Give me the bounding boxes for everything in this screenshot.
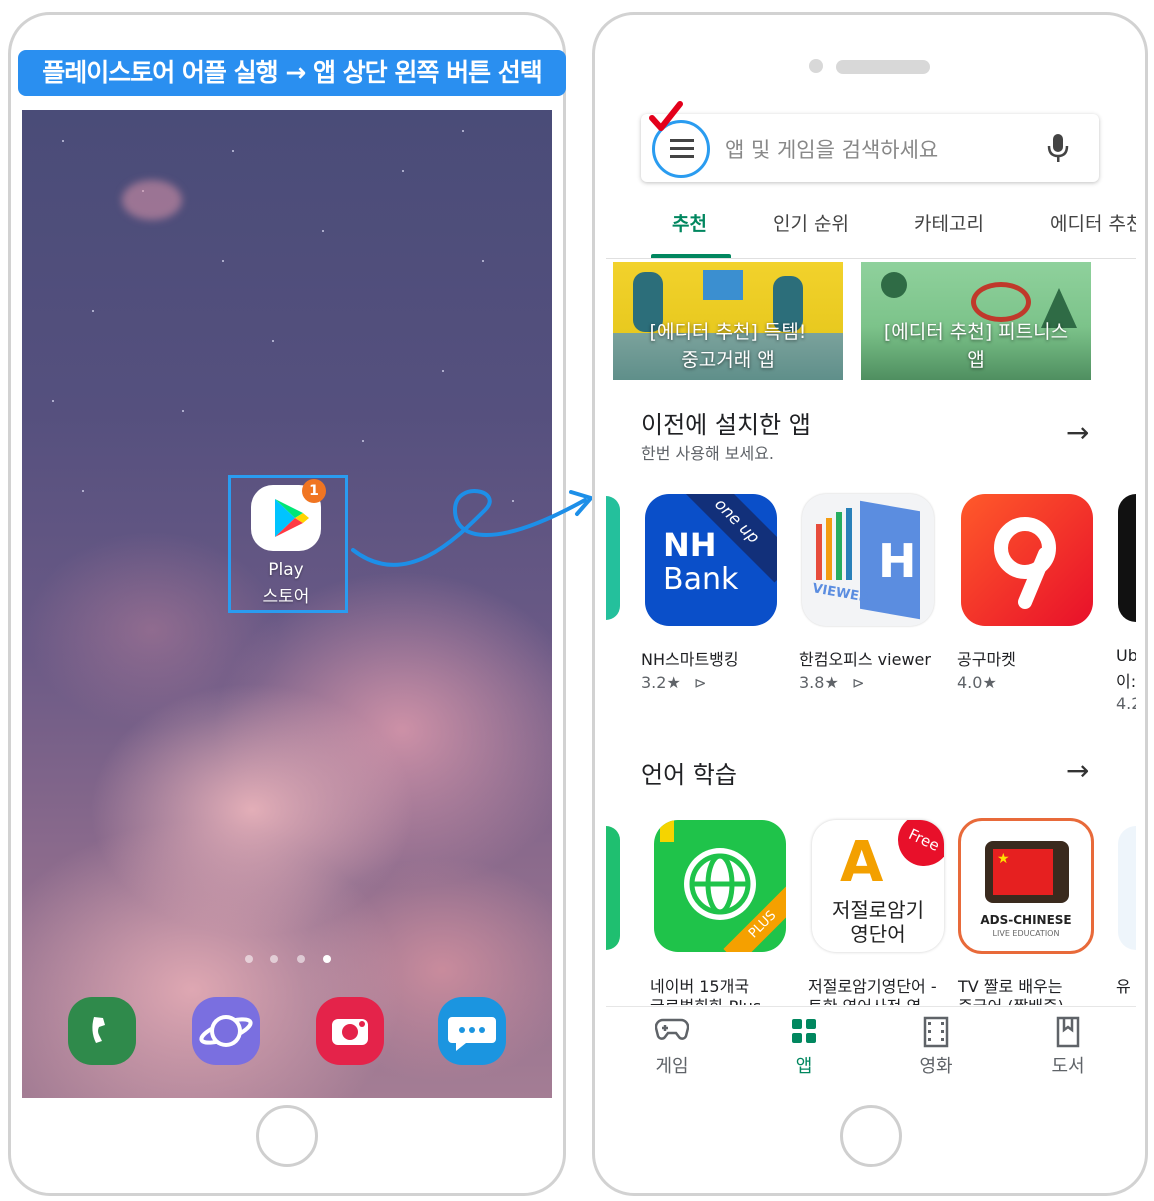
earpiece-speaker [836,60,930,74]
hamburger-menu-icon[interactable] [668,136,696,160]
app-tile-vocab[interactable]: A Free 저절로암기 영단어 [812,820,944,952]
app-tile-ads-chinese[interactable]: ★ ADS-CHINESE LIVE EDUCATION [958,818,1094,954]
nav-books-label[interactable]: 도서 [1028,1052,1108,1078]
vocab-tile-line2: 영단어 [850,922,906,946]
installed-icon: ⊳ [852,674,865,692]
app-name-partial: Ub [1116,646,1136,665]
phone-icon[interactable] [68,997,136,1065]
banner-2-line1: [에디터 추천] 피트니스 [883,321,1069,343]
app-name-partial2: 유 [1116,977,1131,996]
partial-app-tile[interactable] [606,496,620,620]
nav-games-icon[interactable] [632,1016,712,1046]
partial-app-tile-right[interactable] [1118,826,1136,950]
app-name-naver-line2: 글로벌회화 Plus [650,993,761,1005]
play-store-label-line2: 스토어 [262,587,310,607]
section-previously-installed-title: 이전에 설치한 앱 [641,411,811,439]
notification-badge: 1 [302,479,326,503]
vocab-logo: A [840,830,884,895]
banner-1-line1: [에디터 추천] 득템! [649,321,807,343]
app-rating-gonggu: 4.0★ [957,673,997,692]
tab-divider [606,258,1136,259]
app-name-hancom: 한컴오피스 viewer [799,650,931,669]
nav-books-icon[interactable] [1028,1016,1108,1052]
partial-app-tile-right[interactable] [1118,494,1136,622]
search-input[interactable]: 앱 및 게임을 검색하세요 [725,134,938,164]
nav-games-label[interactable]: 게임 [632,1052,712,1078]
tab-editors-choice[interactable]: 에디터 추천 [1050,209,1136,236]
app-rating-nh: 3.2★ [641,673,681,692]
section-previously-installed-subtitle: 한번 사용해 보세요. [641,444,775,463]
ads-chinese-subtext: LIVE EDUCATION [992,929,1060,938]
nav-apps-icon[interactable] [764,1016,844,1050]
left-home-button[interactable] [256,1105,318,1167]
app-tile-nh-bank[interactable]: one up NH Bank [645,494,777,626]
app-name-partial-line2: 이: [1116,672,1136,691]
page-indicator-dot [297,955,305,963]
ads-chinese-text: ADS-CHINESE [980,913,1072,927]
nav-movies-icon[interactable] [896,1016,976,1052]
banner-fitness[interactable]: [에디터 추천] 피트니스 앱 [861,262,1091,380]
tab-categories[interactable]: 카테고리 [914,209,984,236]
microphone-icon[interactable] [1046,132,1070,164]
section1-arrow-icon[interactable]: → [1066,416,1089,449]
partial-app-tile[interactable] [606,826,620,950]
tab-top-charts[interactable]: 인기 순위 [773,209,849,236]
installed-icon: ⊳ [694,674,707,692]
page-indicator-dot [245,955,253,963]
banner-2-line2: 앱 [967,349,985,371]
banner-used-market[interactable]: [에디터 추천] 득템! 중고거래 앱 [613,262,843,380]
app-tile-hancom-viewer[interactable]: H VIEWER [802,494,934,626]
free-badge: Free [889,820,944,875]
camera-icon[interactable] [316,997,384,1065]
banner-1-line2: 중고거래 앱 [681,349,775,371]
tab-recommended[interactable]: 추천 [672,209,707,236]
section2-arrow-icon[interactable]: → [1066,754,1089,787]
messages-icon[interactable] [438,997,506,1065]
app-tile-naver-15[interactable]: PLUS [654,820,786,952]
nav-apps-label[interactable]: 앱 [764,1052,844,1078]
nav-movies-label[interactable]: 영화 [896,1052,976,1078]
nh-text: NH [663,526,717,564]
instruction-banner: 플레이스토어 어플 실행 → 앱 상단 왼쪽 버튼 선택 [18,50,566,96]
section-language-learning-title: 언어 학습 [641,761,737,789]
play-store-label-line1: Play [268,560,304,580]
app-name-gonggu: 공구마켓 [957,650,1016,669]
page-indicator-dot [270,955,278,963]
app-name-chinese-line2: 중국어 (짤배중) - [958,993,1075,1005]
app-rating-hancom: 3.8★ [799,673,839,692]
transition-arrow [351,489,593,567]
app-rating-partial: 4.2 [1116,694,1136,713]
right-home-button[interactable] [840,1105,902,1167]
app-name-vocab-line2: 토한 영어사전 역 [808,993,921,1005]
front-camera [809,59,823,73]
app-name-nh: NH스마트뱅킹 [641,650,739,669]
checkmark-icon [649,101,683,131]
app-tile-gonggu-market[interactable] [961,494,1093,626]
internet-icon[interactable] [192,997,260,1065]
page-indicator-dot-active [323,955,331,963]
bank-text: Bank [663,562,739,597]
viewer-glyph: H [878,534,917,588]
